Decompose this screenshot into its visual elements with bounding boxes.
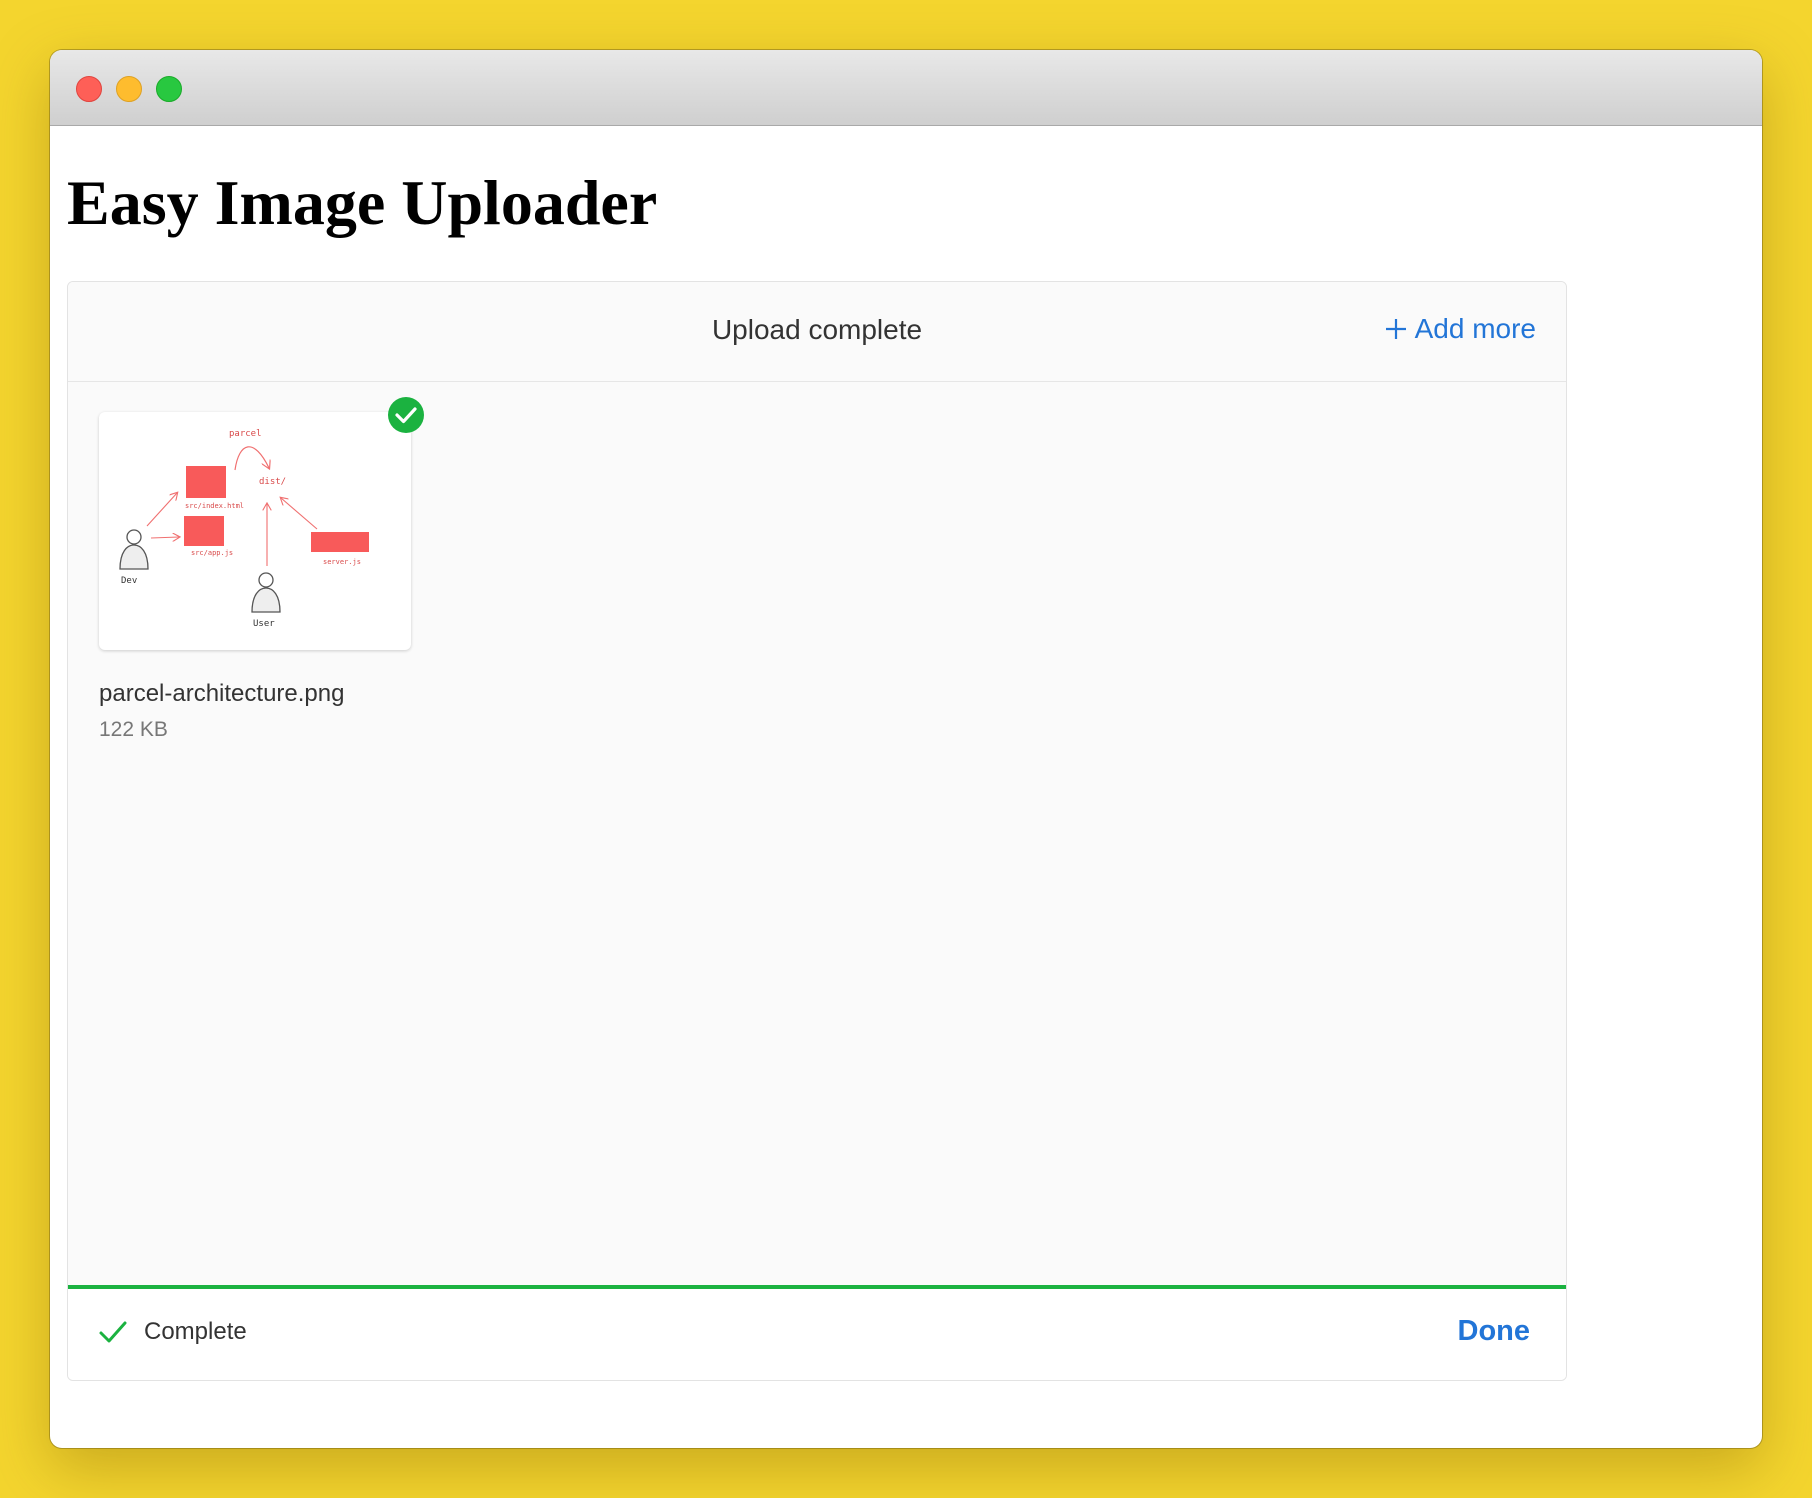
thumb-box-index [186, 466, 226, 498]
file-size: 122 KB [99, 718, 168, 741]
app-window: Easy Image Uploader Upload complete Add … [50, 50, 1762, 1448]
plus-icon [1385, 312, 1407, 346]
thumb-label-parcel: parcel [229, 429, 262, 439]
status-text: Complete [144, 1318, 247, 1345]
thumb-label-index: src/index.html [185, 502, 244, 510]
add-more-button[interactable]: Add more [1385, 312, 1536, 346]
check-icon [98, 1317, 128, 1347]
check-circle-icon [387, 396, 425, 434]
upload-dashboard: Upload complete Add more parcel dist/ sr… [67, 281, 1567, 1381]
thumb-box-server [311, 532, 369, 552]
dashboard-footer: Complete Done [68, 1289, 1566, 1380]
page-title: Easy Image Uploader [67, 167, 658, 238]
architecture-diagram-image: parcel dist/ src/index.html src/app.js s… [119, 429, 369, 629]
file-thumbnail: parcel dist/ src/index.html src/app.js s… [99, 412, 411, 650]
add-more-label: Add more [1414, 313, 1536, 344]
maximize-window-button[interactable] [156, 76, 182, 102]
thumb-label-server: server.js [323, 558, 361, 566]
upload-status-title: Upload complete [711, 314, 923, 345]
done-button[interactable]: Done [1458, 1315, 1531, 1348]
close-window-button[interactable] [76, 76, 102, 102]
file-name: parcel-architecture.png [99, 680, 345, 707]
thumb-box-app [184, 516, 224, 546]
upload-status: Complete [98, 1317, 247, 1347]
dashboard-header: Upload complete Add more [68, 282, 1566, 382]
thumb-label-dist: dist/ [259, 477, 286, 487]
thumb-label-app: src/app.js [191, 549, 233, 557]
minimize-window-button[interactable] [116, 76, 142, 102]
title-bar [50, 50, 1762, 126]
thumb-label-user: User [253, 619, 275, 629]
thumb-label-dev: Dev [121, 576, 137, 586]
